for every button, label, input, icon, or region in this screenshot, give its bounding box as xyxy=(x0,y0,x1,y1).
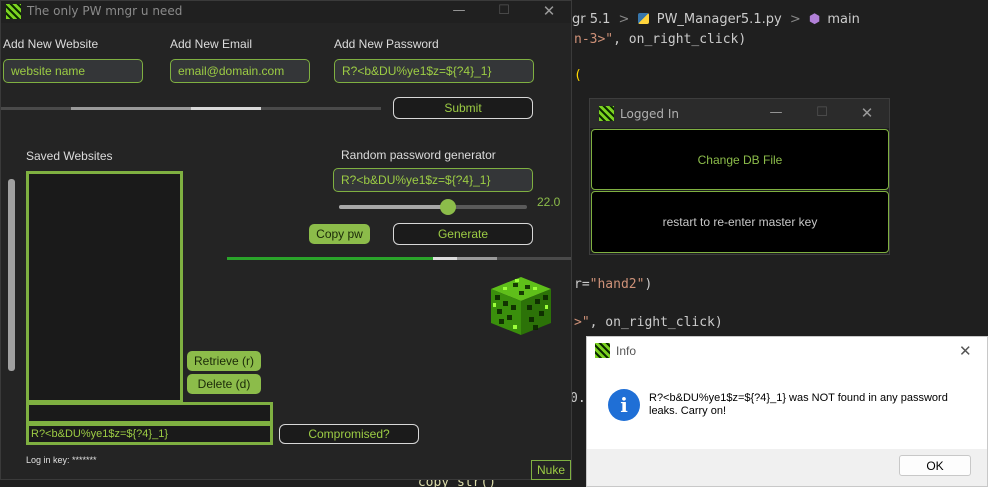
progress-segment xyxy=(71,107,191,110)
compromised-check-field[interactable]: R?<b&DU%ye1$z=${?4}_1} xyxy=(26,423,273,445)
title-bar: Info ✕ xyxy=(587,337,987,365)
length-value: 22.0 xyxy=(537,195,561,209)
close-icon[interactable]: ✕ xyxy=(959,342,972,360)
code-line: r="hand2") xyxy=(574,277,653,292)
progress-bar xyxy=(1,107,381,110)
compromised-button[interactable]: Compromised? xyxy=(279,424,419,444)
website-label: Add New Website xyxy=(3,37,99,51)
code-line: >", on_right_click) xyxy=(574,315,723,330)
app-logo-icon xyxy=(6,4,21,19)
info-icon: i xyxy=(608,389,640,421)
maximize-button[interactable]: ☐ xyxy=(492,3,516,18)
code-line: 0. xyxy=(570,391,586,406)
window-title: The only PW mngr u need xyxy=(27,4,183,18)
dialog-title: Info xyxy=(616,344,637,358)
minimize-button[interactable]: — xyxy=(447,3,471,18)
length-slider-fill xyxy=(339,205,448,209)
length-slider-track[interactable] xyxy=(339,199,527,215)
change-db-file-button[interactable]: Change DB File xyxy=(591,129,889,190)
restart-button[interactable]: restart to re-enter master key xyxy=(591,191,889,253)
cube-symbol-icon: ⬢ xyxy=(808,12,821,27)
python-file-icon xyxy=(637,13,649,24)
title-bar: The only PW mngr u need — ☐ ✕ xyxy=(1,1,571,23)
dialog-body: i R?<b&DU%ye1$z=${?4}_1} was NOT found i… xyxy=(587,365,987,449)
progress-bar xyxy=(227,257,571,260)
breadcrumb-folder[interactable]: gr 5.1 xyxy=(572,12,610,27)
dialog-footer: OK xyxy=(587,449,987,486)
delete-button[interactable]: Delete (d) xyxy=(187,374,261,394)
generate-button[interactable]: Generate xyxy=(393,223,533,245)
breadcrumb-file[interactable]: PW_Manager5.1.py xyxy=(657,12,782,27)
email-label: Add New Email xyxy=(170,37,253,51)
maximize-button[interactable]: ☐ xyxy=(810,105,834,120)
window-title: Logged In xyxy=(620,107,680,121)
email-input[interactable]: email@domain.com xyxy=(170,59,310,83)
password-label: Add New Password xyxy=(334,37,439,51)
password-manager-window: The only PW mngr u need — ☐ ✕ Add New We… xyxy=(0,0,572,480)
saved-websites-label: Saved Websites xyxy=(26,149,113,163)
info-dialog: Info ✕ i R?<b&DU%ye1$z=${?4}_1} was NOT … xyxy=(586,336,988,487)
progress-segment xyxy=(433,257,457,260)
submit-button[interactable]: Submit xyxy=(393,97,533,119)
generator-label: Random password generator xyxy=(341,148,496,162)
code-line: ( xyxy=(574,68,582,83)
cube-logo-icon xyxy=(489,275,553,337)
breadcrumb-separator: > xyxy=(789,12,801,27)
app-logo-icon xyxy=(599,106,614,121)
logged-in-window: Logged In — ☐ ✕ Change DB File restart t… xyxy=(589,98,890,255)
close-button[interactable]: ✕ xyxy=(537,2,561,20)
website-input[interactable]: website name xyxy=(3,59,143,83)
nuke-button[interactable]: Nuke xyxy=(531,460,571,480)
copy-password-button[interactable]: Copy pw xyxy=(309,224,370,244)
length-slider-handle[interactable] xyxy=(440,199,456,215)
app-logo-icon xyxy=(595,343,610,358)
breadcrumb: gr 5.1 > PW_Manager5.1.py > ⬢ main xyxy=(572,12,860,27)
minimize-button[interactable]: — xyxy=(764,105,788,120)
scrollbar[interactable] xyxy=(8,179,15,371)
progress-segment xyxy=(457,257,497,260)
progress-segment xyxy=(227,257,433,260)
code-line: n-3>", on_right_click) xyxy=(574,32,747,47)
saved-websites-listbox[interactable] xyxy=(26,171,183,403)
login-key-label: Log in key: ******* xyxy=(26,455,97,465)
breadcrumb-separator: > xyxy=(618,12,630,27)
breadcrumb-symbol[interactable]: main xyxy=(827,12,859,27)
ok-button[interactable]: OK xyxy=(899,455,971,476)
password-input[interactable]: R?<b&DU%ye1$z=${?4}_1} xyxy=(334,59,534,83)
progress-segment xyxy=(191,107,261,110)
generated-password-field[interactable]: R?<b&DU%ye1$z=${?4}_1} xyxy=(333,168,533,192)
title-bar: Logged In — ☐ ✕ xyxy=(590,99,889,128)
close-button[interactable]: ✕ xyxy=(855,104,879,122)
dialog-message: R?<b&DU%ye1$z=${?4}_1} was NOT found in … xyxy=(649,392,948,417)
empty-field[interactable] xyxy=(26,402,273,424)
retrieve-button[interactable]: Retrieve (r) xyxy=(187,351,261,371)
